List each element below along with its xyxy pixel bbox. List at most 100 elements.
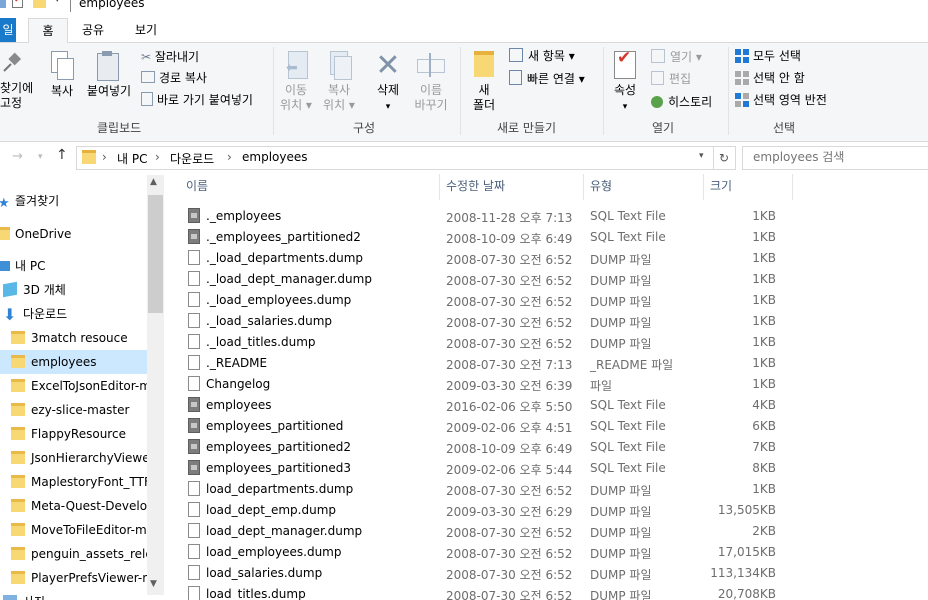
breadcrumb-this-pc[interactable]: 내 PC <box>117 150 147 167</box>
table-row[interactable]: load_dept_manager.dump 2008-07-30 오전 6:52… <box>166 521 928 542</box>
column-divider[interactable] <box>439 174 440 200</box>
paste-label: 붙여넣기 <box>86 84 132 98</box>
properties-button[interactable]: ✔ 속성 ▾ <box>607 50 643 115</box>
tab-share[interactable]: 공유 <box>80 18 106 42</box>
table-row[interactable]: employees_partitioned3 2009-02-06 오후 5:44… <box>166 458 928 479</box>
column-header-type[interactable]: 유형 <box>590 177 612 194</box>
nav-item-this-pc[interactable]: 내 PC <box>0 254 147 278</box>
tab-view[interactable]: 보기 <box>133 18 159 42</box>
nav-item-folder[interactable]: MaplestoryFont_TTF <box>0 470 147 494</box>
tab-home[interactable]: 홈 <box>28 18 68 44</box>
copy-to-button[interactable]: 복사 위치 ▾ <box>320 51 358 113</box>
table-row[interactable]: employees_partitioned 2009-02-06 오후 4:51 S… <box>166 416 928 437</box>
up-arrow-icon[interactable]: ↑ <box>56 147 68 163</box>
table-row[interactable]: employees_partitioned2 2008-10-09 오후 6:49… <box>166 437 928 458</box>
nav-item-folder[interactable]: ExcelToJsonEditor-ma <box>0 374 147 398</box>
nav-item-downloads[interactable]: ⬇ 다운로드 <box>0 302 147 326</box>
nav-item-folder[interactable]: JsonHierarchyViewer- <box>0 446 147 470</box>
easy-access-button[interactable]: 빠른 연결 ▾ <box>509 70 585 87</box>
table-row[interactable]: load_salaries.dump 2008-07-30 오전 6:52 DUMP… <box>166 563 928 584</box>
address-bar[interactable]: › 내 PC › 다운로드 › employees ▾ <box>76 146 714 170</box>
refresh-icon[interactable]: ↻ <box>713 146 736 170</box>
rename-button[interactable]: 이름 바꾸기 <box>411 51 451 113</box>
column-divider[interactable] <box>703 174 704 200</box>
copy-button[interactable]: 복사 <box>46 51 78 99</box>
open-button[interactable]: 열기 ▾ <box>651 49 702 65</box>
copy-label: 복사 <box>50 84 74 98</box>
address-dropdown-icon[interactable]: ▾ <box>699 151 704 161</box>
folder-icon <box>11 427 25 440</box>
copy-path-button[interactable]: 경로 복사 <box>141 70 207 86</box>
nav-item-label: 즐겨찾기 <box>15 194 60 208</box>
file-name: ._README <box>206 356 268 370</box>
table-row[interactable]: load_employees.dump 2008-07-30 오전 6:52 DUM… <box>166 542 928 563</box>
table-row[interactable]: ._load_dept_manager.dump 2008-07-30 오전 6:… <box>166 269 928 290</box>
nav-item-folder[interactable]: penguin_assets_releas <box>0 542 147 566</box>
table-row[interactable]: ._load_titles.dump 2008-07-30 오전 6:52 DUMP… <box>166 332 928 353</box>
edit-button[interactable]: 편집 <box>651 71 691 87</box>
paste-button[interactable]: 붙여넣기 <box>84 51 134 99</box>
nav-item-folder[interactable]: PlayerPrefsViewer-ma <box>0 566 147 590</box>
scrollbar-thumb[interactable] <box>148 195 163 313</box>
search-input[interactable] <box>743 147 923 167</box>
table-row[interactable]: employees 2016-02-06 오후 5:50 SQL Text File… <box>166 395 928 416</box>
file-name: load_dept_manager.dump <box>206 524 363 538</box>
column-divider[interactable] <box>583 174 584 200</box>
nav-item-3d-objects[interactable]: 3D 개체 <box>0 278 147 302</box>
breadcrumb-separator[interactable]: › <box>227 150 232 164</box>
pin-quick-access-button[interactable]: 찾기에 고정 <box>0 51 38 111</box>
recent-dropdown-icon[interactable]: ▾ <box>38 152 43 162</box>
move-to-button[interactable]: ⬅ 이동 위치 ▾ <box>278 51 314 113</box>
column-header-date[interactable]: 수정한 날짜 <box>446 177 505 194</box>
table-row[interactable]: Changelog 2009-03-30 오전 6:39 파일 1KB <box>166 374 928 395</box>
nav-item-folder-selected[interactable]: employees <box>0 350 147 374</box>
title-bar: ✔ ▾ employees <box>0 0 928 18</box>
paste-shortcut-button[interactable]: 바로 가기 붙여넣기 <box>141 92 253 108</box>
nav-item-folder[interactable]: Meta-Quest-Develope <box>0 494 147 518</box>
scroll-up-icon[interactable]: ▲ <box>150 177 157 187</box>
nav-item-folder[interactable]: 3match resouce <box>0 326 147 350</box>
scroll-down-icon[interactable]: ▼ <box>150 579 157 589</box>
breadcrumb-downloads[interactable]: 다운로드 <box>170 150 214 167</box>
table-row[interactable]: load_dept_emp.dump 2009-03-30 오전 6:29 DUMP… <box>166 500 928 521</box>
back-arrow-icon[interactable]: → <box>12 149 23 164</box>
file-icon <box>188 481 200 496</box>
new-folder-quick-icon[interactable] <box>33 0 46 8</box>
nav-item-folder[interactable]: MoveToFileEditor-mas <box>0 518 147 542</box>
breadcrumb-separator[interactable]: › <box>102 150 107 164</box>
delete-button[interactable]: ✕ 삭제 ▾ <box>369 51 407 115</box>
table-row[interactable]: ._employees_partitioned2 2008-10-09 오후 6:… <box>166 227 928 248</box>
new-item-button[interactable]: 새 항목 ▾ <box>509 48 575 64</box>
invert-selection-button[interactable]: 선택 영역 반전 <box>735 92 827 108</box>
breadcrumb-separator[interactable]: › <box>155 150 160 164</box>
select-none-button[interactable]: 선택 안 함 <box>735 70 805 86</box>
column-header-name[interactable]: 이름 <box>186 177 208 194</box>
nav-item-quick-access[interactable]: ★ 즐겨찾기 <box>0 189 147 213</box>
table-row[interactable]: load_departments.dump 2008-07-30 오전 6:52 D… <box>166 479 928 500</box>
quick-access-dropdown-icon[interactable]: ▾ <box>55 0 60 9</box>
folder-icon <box>82 150 96 164</box>
column-header-size[interactable]: 크기 <box>710 177 732 194</box>
table-row[interactable]: ._load_employees.dump 2008-07-30 오전 6:52 D… <box>166 290 928 311</box>
nav-item-folder[interactable]: ezy-slice-master <box>0 398 147 422</box>
table-row[interactable]: ._load_departments.dump 2008-07-30 오전 6:5… <box>166 248 928 269</box>
nav-item-onedrive[interactable]: OneDrive <box>0 222 147 246</box>
history-button[interactable]: 히스토리 <box>651 94 712 110</box>
search-box[interactable] <box>742 146 928 170</box>
properties-quick-icon[interactable]: ✔ <box>12 0 23 8</box>
table-row[interactable]: ._employees 2008-11-28 오후 7:13 SQL Text Fi… <box>166 206 928 227</box>
column-divider[interactable] <box>792 174 793 200</box>
table-row[interactable]: load_titles.dump 2008-07-30 오전 6:52 DUMP 파… <box>166 584 928 600</box>
breadcrumb-employees[interactable]: employees <box>242 150 307 164</box>
nav-pane-scrollbar[interactable]: ▲ ▼ <box>147 175 164 595</box>
new-folder-button[interactable]: 새 폴더 <box>467 51 501 113</box>
nav-item-pictures[interactable]: 사진 <box>0 590 147 600</box>
cut-button[interactable]: ✂ 잘라내기 <box>141 49 199 65</box>
nav-item-label: 내 PC <box>15 259 46 273</box>
new-folder-icon <box>474 51 494 77</box>
table-row[interactable]: ._load_salaries.dump 2008-07-30 오전 6:52 DU… <box>166 311 928 332</box>
table-row[interactable]: ._README 2008-07-30 오전 7:13 _README 파일 1KB <box>166 353 928 374</box>
nav-item-folder[interactable]: FlappyResource <box>0 422 147 446</box>
tab-file[interactable]: 일 <box>0 18 16 42</box>
select-all-button[interactable]: 모두 선택 <box>735 48 801 64</box>
